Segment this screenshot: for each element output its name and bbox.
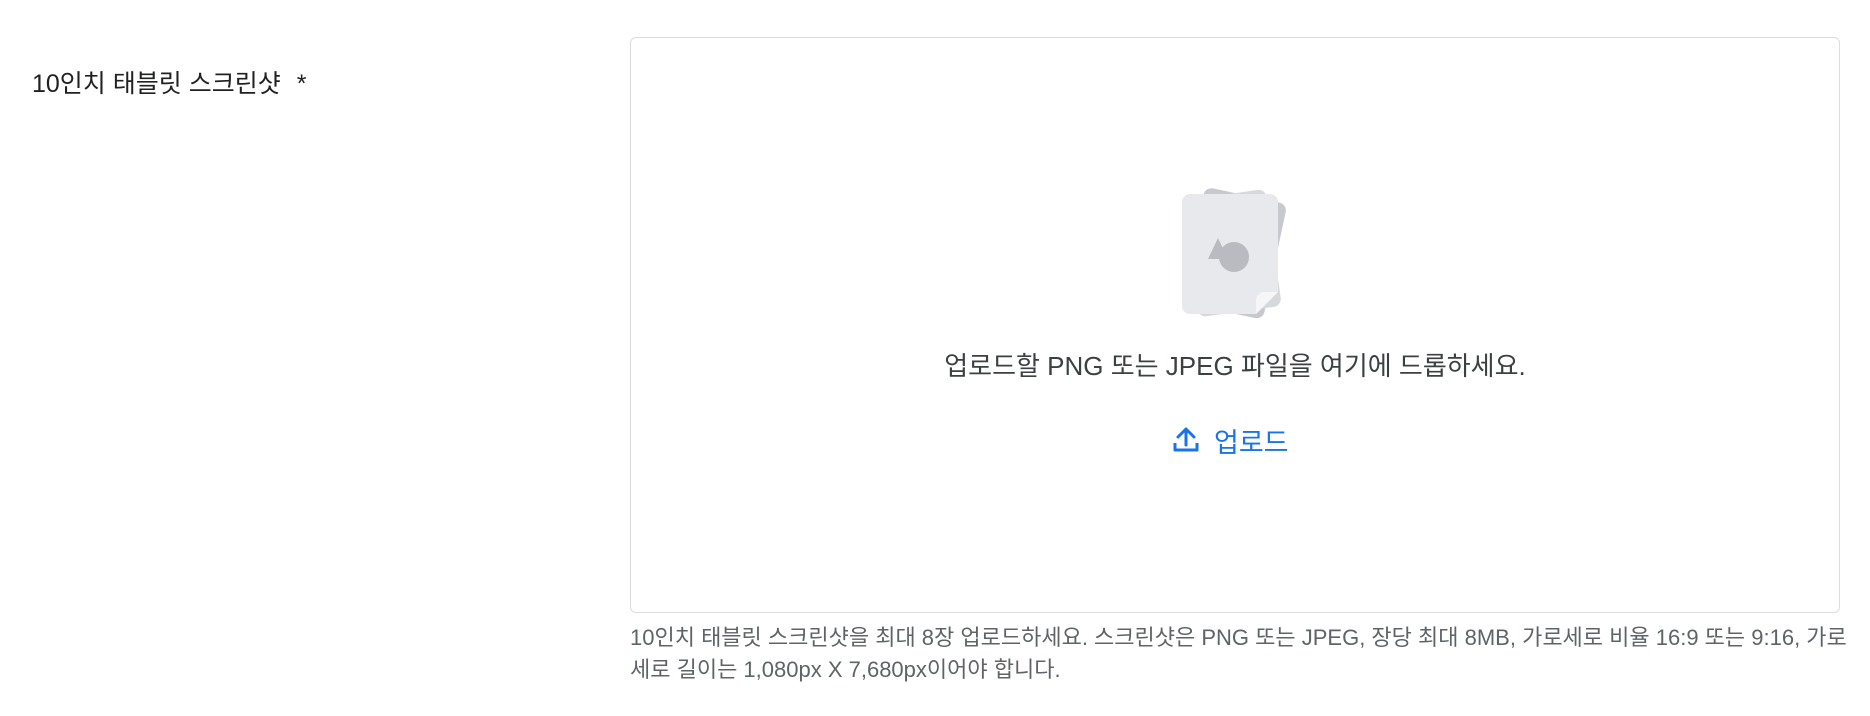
field-label: 10인치 태블릿 스크린샷 * <box>32 64 306 100</box>
upload-button[interactable]: 업로드 <box>1168 418 1293 462</box>
tablet-screenshot-field: 10인치 태블릿 스크린샷 * 업로드할 PNG 또는 JPEG 파일을 여기에… <box>0 0 1870 716</box>
helper-text: 10인치 태블릿 스크린샷을 최대 8장 업로드하세요. 스크린샷은 PNG 또… <box>630 625 1847 682</box>
upload-arrow-icon <box>1172 425 1200 455</box>
drop-instructions: 업로드할 PNG 또는 JPEG 파일을 여기에 드롭하세요. <box>944 351 1526 381</box>
upload-button-label: 업로드 <box>1214 427 1289 458</box>
required-asterisk: * <box>296 70 307 98</box>
field-label-text: 10인치 태블릿 스크린샷 <box>32 70 281 98</box>
image-file-stack-icon <box>1168 180 1298 326</box>
